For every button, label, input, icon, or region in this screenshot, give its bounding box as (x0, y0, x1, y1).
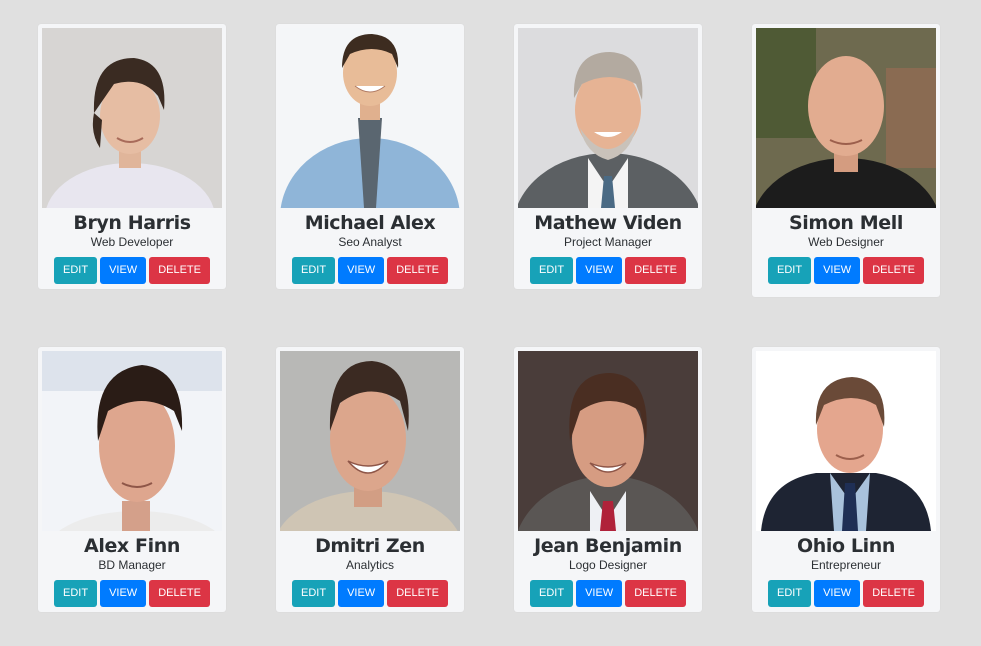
profile-photo (756, 351, 936, 531)
delete-button[interactable]: DELETE (863, 257, 924, 284)
view-button[interactable]: VIEW (814, 257, 861, 284)
member-role: Seo Analyst (338, 235, 402, 249)
edit-button[interactable]: EDIT (54, 580, 98, 607)
member-name: Dmitri Zen (315, 535, 425, 557)
member-name: Mathew Viden (534, 212, 682, 234)
edit-button[interactable]: EDIT (530, 257, 574, 284)
card-actions: EDIT VIEW DELETE (514, 257, 702, 284)
member-role: Entrepreneur (810, 558, 882, 572)
card-actions: EDIT VIEW DELETE (38, 580, 226, 607)
view-button[interactable]: VIEW (338, 580, 385, 607)
view-button[interactable]: VIEW (576, 257, 623, 284)
card-actions: EDIT VIEW DELETE (276, 257, 464, 284)
member-role: BD Manager (98, 558, 166, 572)
member-role: Analytics (345, 558, 395, 572)
member-role: Logo Designer (568, 558, 648, 572)
delete-button[interactable]: DELETE (625, 257, 686, 284)
profile-photo (518, 351, 698, 531)
member-name: Simon Mell (788, 212, 903, 234)
profile-photo (280, 351, 460, 531)
view-button[interactable]: VIEW (338, 257, 385, 284)
member-name: Ohio Linn (797, 535, 895, 557)
card-actions: EDIT VIEW DELETE (276, 580, 464, 607)
delete-button[interactable]: DELETE (387, 580, 448, 607)
view-button[interactable]: VIEW (100, 580, 147, 607)
profile-photo (42, 351, 222, 531)
member-name: Alex Finn (84, 535, 180, 557)
delete-button[interactable]: DELETE (149, 580, 210, 607)
member-name: Michael Alex (304, 212, 436, 234)
delete-button[interactable]: DELETE (387, 257, 448, 284)
team-card: Dmitri Zen Analytics EDIT VIEW DELETE (276, 347, 464, 612)
edit-button[interactable]: EDIT (292, 580, 336, 607)
profile-photo (280, 28, 460, 208)
view-button[interactable]: VIEW (100, 257, 147, 284)
profile-photo (756, 28, 936, 208)
delete-button[interactable]: DELETE (863, 580, 924, 607)
member-name: Jean Benjamin (534, 535, 682, 557)
view-button[interactable]: VIEW (814, 580, 861, 607)
card-actions: EDIT VIEW DELETE (752, 257, 940, 284)
edit-button[interactable]: EDIT (292, 257, 336, 284)
edit-button[interactable]: EDIT (530, 580, 574, 607)
team-card: Michael Alex Seo Analyst EDIT VIEW DELET… (276, 24, 464, 289)
member-role: Web Designer (808, 235, 884, 249)
delete-button[interactable]: DELETE (149, 257, 210, 284)
team-card: Simon Mell Web Designer EDIT VIEW DELETE (752, 24, 940, 297)
delete-button[interactable]: DELETE (625, 580, 686, 607)
team-card: Ohio Linn Entrepreneur EDIT VIEW DELETE (752, 347, 940, 612)
team-card: Mathew Viden Project Manager EDIT VIEW D… (514, 24, 702, 289)
member-name: Bryn Harris (73, 212, 191, 234)
card-actions: EDIT VIEW DELETE (752, 580, 940, 607)
team-card: Bryn Harris Web Developer EDIT VIEW DELE… (38, 24, 226, 289)
card-actions: EDIT VIEW DELETE (514, 580, 702, 607)
edit-button[interactable]: EDIT (768, 257, 812, 284)
member-role: Project Manager (563, 235, 653, 249)
view-button[interactable]: VIEW (576, 580, 623, 607)
edit-button[interactable]: EDIT (768, 580, 812, 607)
member-role: Web Developer (90, 235, 174, 249)
edit-button[interactable]: EDIT (54, 257, 98, 284)
team-card: Jean Benjamin Logo Designer EDIT VIEW DE… (514, 347, 702, 612)
team-card: Alex Finn BD Manager EDIT VIEW DELETE (38, 347, 226, 612)
profile-photo (518, 28, 698, 208)
card-actions: EDIT VIEW DELETE (38, 257, 226, 284)
profile-photo (42, 28, 222, 208)
